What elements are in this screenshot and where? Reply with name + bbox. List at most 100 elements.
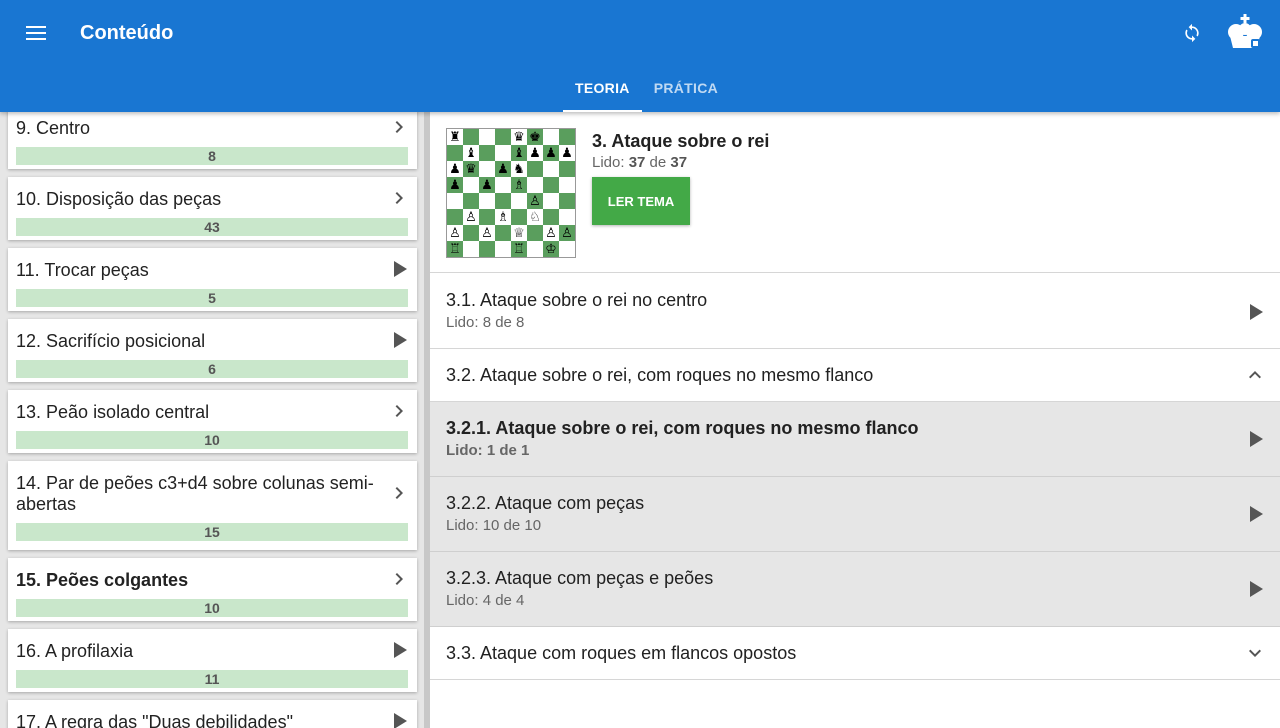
tab-pratica[interactable]: PRÁTICA	[642, 64, 730, 112]
board-square	[463, 129, 479, 145]
board-square	[495, 241, 511, 257]
chapter-title: 10. Disposição das peças	[16, 189, 222, 209]
play-arrow-icon	[1250, 431, 1263, 447]
board-square	[463, 177, 479, 193]
board-square	[543, 177, 559, 193]
board-square	[527, 161, 543, 177]
subsection-read-status: Lido: 10 de 10	[446, 517, 542, 534]
chapter-progress-bar: 10	[16, 599, 408, 617]
chapter-card[interactable]: 9. Centro 8	[8, 112, 417, 169]
subsection-row[interactable]: 3.2.3. Ataque com peças e peões Lido: 4 …	[430, 552, 1280, 627]
board-square: ♟	[559, 145, 575, 161]
board-square: ♙	[543, 225, 559, 241]
subsection-read-status: Lido: 4 de 4	[446, 592, 525, 609]
chess-king-logo-icon[interactable]	[1224, 12, 1266, 52]
chapter-progress-bar: 15	[16, 523, 408, 541]
read-topic-button[interactable]: LER TEMA	[592, 177, 690, 225]
chapter-card[interactable]: 11. Trocar peças 5	[8, 248, 417, 311]
chapter-card[interactable]: 15. Peões colgantes 10	[8, 558, 417, 621]
chess-piece: ♟	[497, 161, 509, 177]
chess-piece: ♙	[561, 225, 573, 241]
board-square: ♔	[543, 241, 559, 257]
chess-piece: ♘	[529, 209, 541, 225]
topic-detail: ♜ ♛ ♚ ♝ ♝ ♟ ♟ ♟ ♟ ♛ ♟ ♞ ♟ ♟ ♗ ♙ ♙ ♗ ♘ ♙ ♙ ♕ ♙ ♙ ♖ ♖ ♔ 3. Ataque so…	[430, 112, 1280, 728]
chapter-card[interactable]: 13. Peão isolado central 10	[8, 390, 417, 453]
board-square: ♛	[511, 129, 527, 145]
chevron-up-icon	[1249, 371, 1261, 379]
chess-piece: ♙	[529, 193, 541, 209]
section-title: 3.1. Ataque sobre o rei no centro	[446, 290, 708, 310]
sync-button[interactable]	[1176, 16, 1208, 50]
board-square: ♟	[447, 161, 463, 177]
chapter-card[interactable]: 17. A regra das "Duas debilidades"	[8, 700, 417, 728]
board-square: ♟	[479, 177, 495, 193]
section-row[interactable]: 3.3. Ataque com roques em flancos oposto…	[430, 627, 1280, 680]
tab-bar: TEORIA PRÁTICA	[563, 64, 730, 112]
play-arrow-icon	[394, 642, 407, 658]
board-square	[479, 193, 495, 209]
chapter-card[interactable]: 12. Sacrifício posicional 6	[8, 319, 417, 382]
board-square	[543, 193, 559, 209]
chapter-card[interactable]: 14. Par de peões c3+d4 sobre colunas sem…	[8, 461, 417, 550]
board-square	[447, 193, 463, 209]
board-square: ♟	[543, 145, 559, 161]
topic-read-status: Lido: 37 de 37	[592, 154, 687, 171]
section-read-status: Lido: 8 de 8	[446, 314, 525, 331]
board-square: ♙	[463, 209, 479, 225]
board-square	[527, 177, 543, 193]
chapter-list[interactable]: 9. Centro 8 10. Disposição das peças 43 …	[0, 112, 424, 728]
board-square: ♝	[463, 145, 479, 161]
board-square	[511, 193, 527, 209]
topic-header: ♜ ♛ ♚ ♝ ♝ ♟ ♟ ♟ ♟ ♛ ♟ ♞ ♟ ♟ ♗ ♙ ♙ ♗ ♘ ♙ ♙ ♕ ♙ ♙ ♖ ♖ ♔ 3. Ataque so…	[430, 112, 1280, 273]
board-square	[559, 193, 575, 209]
board-square: ♙	[527, 193, 543, 209]
board-square: ♙	[479, 225, 495, 241]
board-square: ♗	[495, 209, 511, 225]
chapter-progress-bar: 8	[16, 147, 408, 165]
board-square	[527, 225, 543, 241]
chevron-right-icon	[395, 405, 403, 417]
section-row[interactable]: 3.1. Ataque sobre o rei no centro Lido: …	[430, 274, 1280, 349]
sync-icon	[1185, 23, 1199, 43]
board-square	[479, 241, 495, 257]
board-square	[463, 241, 479, 257]
tab-teoria[interactable]: TEORIA	[563, 64, 642, 112]
board-square	[447, 145, 463, 161]
board-square: ♝	[511, 145, 527, 161]
chess-piece: ♛	[513, 129, 525, 145]
chapter-title: 9. Centro	[16, 118, 91, 138]
chapter-title: 16. A profilaxia	[16, 641, 134, 661]
chess-piece: ♞	[513, 161, 525, 177]
read-count: 37	[628, 154, 646, 171]
read-prefix: Lido:	[592, 154, 629, 171]
app-title: Conteúdo	[80, 22, 174, 44]
hamburger-menu-icon	[26, 26, 46, 40]
chess-piece: ♝	[513, 145, 525, 161]
chevron-right-icon	[395, 192, 403, 204]
play-arrow-icon	[1250, 506, 1263, 522]
chapter-card[interactable]: 10. Disposição das peças 43	[8, 177, 417, 240]
chapter-title: 13. Peão isolado central	[16, 402, 210, 422]
board-square	[559, 241, 575, 257]
read-total: 37	[670, 154, 688, 171]
subsection-row[interactable]: 3.2.2. Ataque com peças Lido: 10 de 10	[430, 477, 1280, 552]
chess-piece: ♔	[545, 241, 557, 257]
chapter-card[interactable]: 16. A profilaxia 11	[8, 629, 417, 692]
chess-piece: ♙	[465, 209, 477, 225]
board-square	[559, 161, 575, 177]
board-square	[543, 209, 559, 225]
menu-button[interactable]	[18, 16, 54, 50]
board-square	[559, 129, 575, 145]
chevron-right-icon	[395, 487, 403, 499]
board-square: ♘	[527, 209, 543, 225]
chess-board[interactable]: ♜ ♛ ♚ ♝ ♝ ♟ ♟ ♟ ♟ ♛ ♟ ♞ ♟ ♟ ♗ ♙ ♙ ♗ ♘ ♙ ♙ ♕ ♙ ♙ ♖ ♖ ♔	[446, 128, 576, 258]
chevron-down-icon	[1249, 649, 1261, 657]
play-arrow-icon	[394, 261, 407, 277]
subsection-row[interactable]: 3.2.1. Ataque sobre o rei, com roques no…	[430, 402, 1280, 477]
board-square	[495, 129, 511, 145]
board-square: ♙	[559, 225, 575, 241]
board-square: ♗	[511, 177, 527, 193]
chapter-progress-bar: 43	[16, 218, 408, 236]
section-row-expanded[interactable]: 3.2. Ataque sobre o rei, com roques no m…	[430, 349, 1280, 402]
board-square: ♚	[527, 129, 543, 145]
